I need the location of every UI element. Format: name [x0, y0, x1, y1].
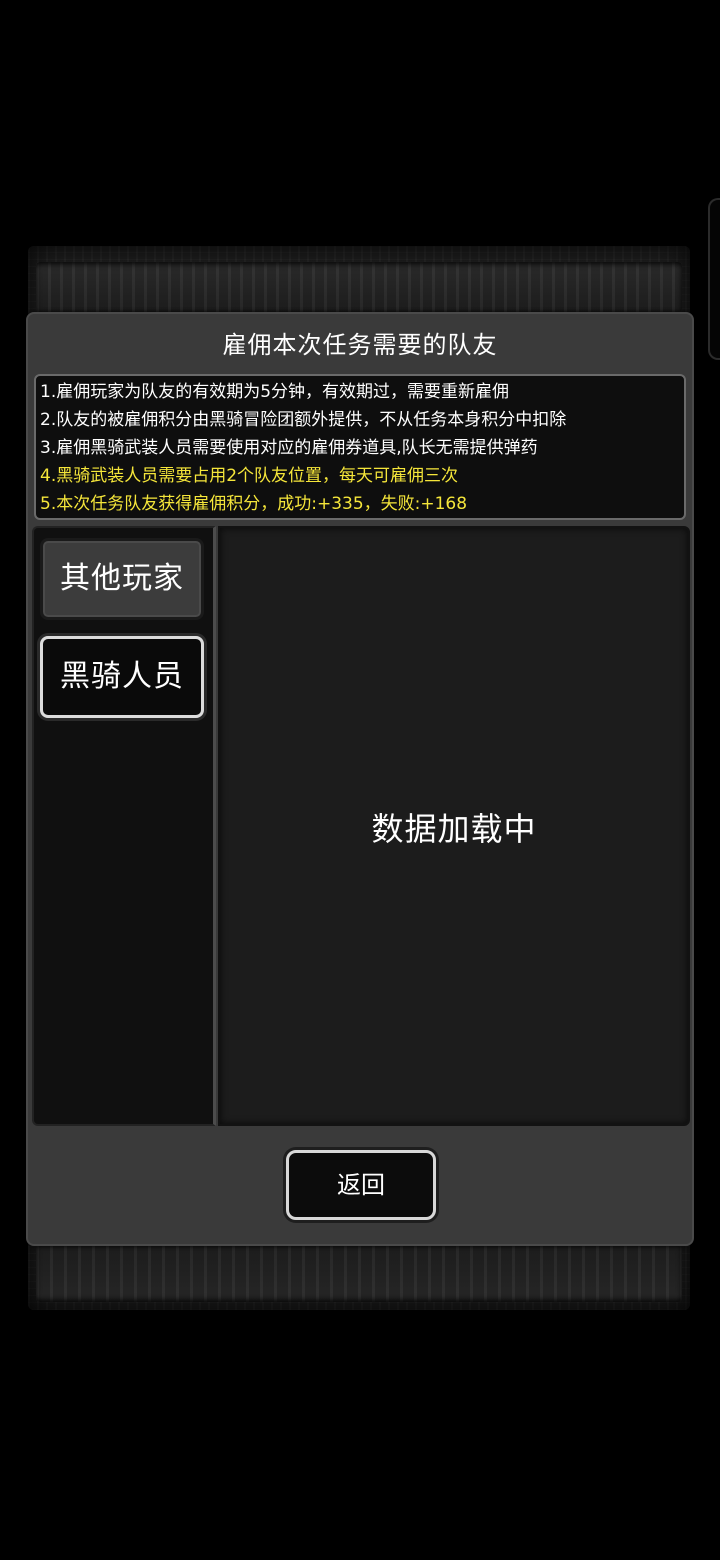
- rule-line-3: 3.雇佣黑骑武装人员需要使用对应的雇佣券道具,队长无需提供弹药: [40, 438, 538, 458]
- rules-box: 1.雇佣玩家为队友的有效期为5分钟，有效期过，需要重新雇佣 2.队友的被雇佣积分…: [34, 374, 686, 520]
- back-button[interactable]: 返回: [286, 1150, 436, 1220]
- rule-line-1: 1.雇佣玩家为队友的有效期为5分钟，有效期过，需要重新雇佣: [40, 382, 510, 402]
- rule-line-2: 2.队友的被雇佣积分由黑骑冒险团额外提供，不从任务本身积分中扣除: [40, 410, 567, 430]
- tab-black-knight-staff[interactable]: 黑骑人员: [40, 636, 204, 718]
- hire-teammate-dialog: 雇佣本次任务需要的队友 1.雇佣玩家为队友的有效期为5分钟，有效期过，需要重新雇…: [26, 312, 694, 1246]
- side-drawer-handle[interactable]: [708, 198, 720, 360]
- dialog-title: 雇佣本次任务需要的队友: [222, 331, 498, 359]
- backdrop-bottom-strip: [36, 1246, 682, 1302]
- teammate-list-panel: 数据加载中: [218, 526, 690, 1126]
- rule-line-4: 4.黑骑武装人员需要占用2个队友位置，每天可雇佣三次: [40, 466, 459, 486]
- backdrop-top-strip: [36, 262, 682, 312]
- category-sidebar: 其他玩家 黑骑人员: [32, 526, 216, 1126]
- rule-line-5: 5.本次任务队友获得雇佣积分，成功:+335，失败:+168: [40, 494, 468, 514]
- loading-text: 数据加载中: [371, 810, 537, 848]
- tab-other-players[interactable]: 其他玩家: [40, 538, 204, 620]
- game-screen: 雇佣本次任务需要的队友 1.雇佣玩家为队友的有效期为5分钟，有效期过，需要重新雇…: [0, 0, 720, 1560]
